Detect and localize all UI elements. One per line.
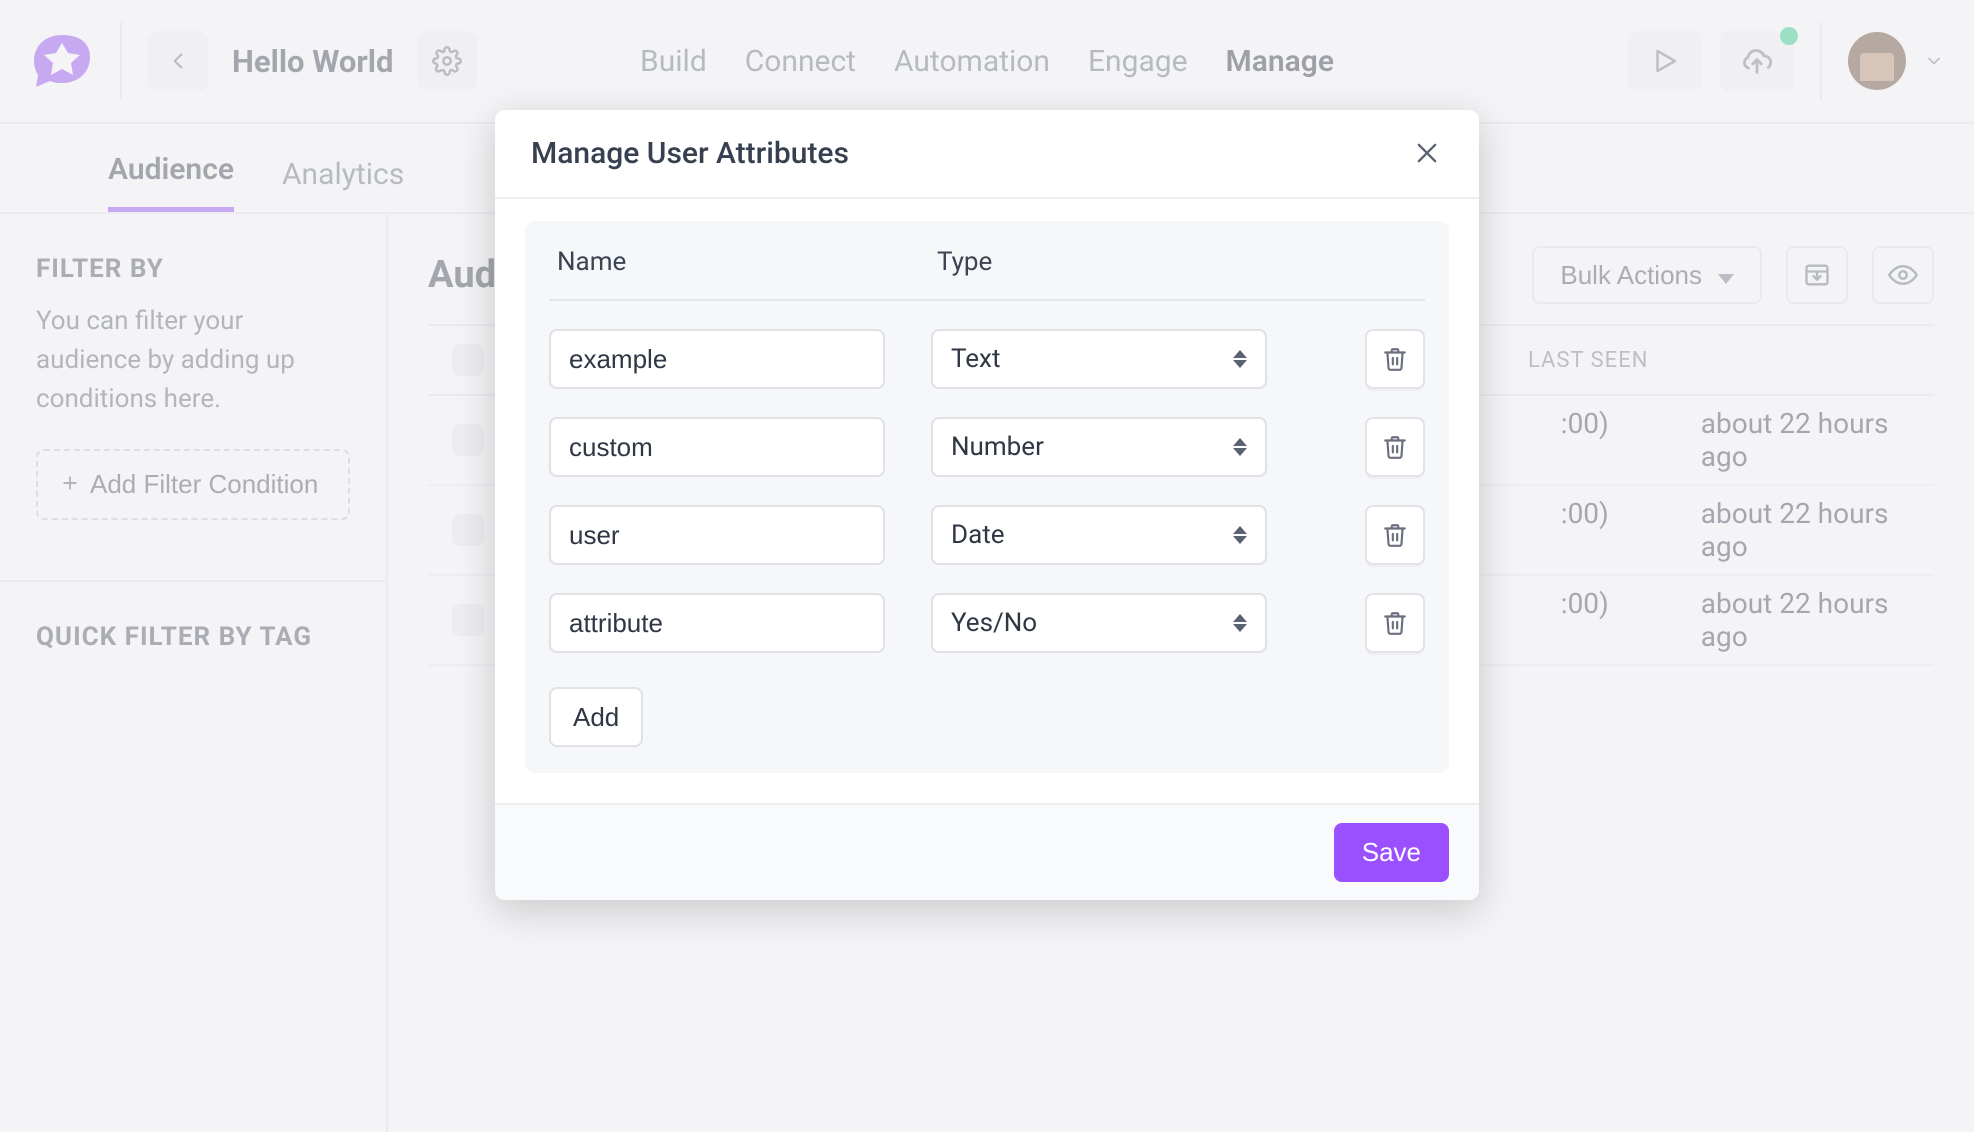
attribute-row: Text	[549, 301, 1425, 389]
save-button[interactable]: Save	[1334, 823, 1449, 882]
attribute-type-value: Yes/No	[951, 608, 1037, 638]
delete-attribute-button[interactable]	[1365, 593, 1425, 653]
attributes-head: Name Type	[549, 221, 1425, 301]
attribute-type-select[interactable]: Date	[931, 505, 1267, 565]
attribute-name-input[interactable]	[549, 329, 885, 389]
col-name-label: Name	[557, 247, 937, 277]
delete-attribute-button[interactable]	[1365, 417, 1425, 477]
modal-body: Name Type Text	[495, 199, 1479, 803]
attribute-type-value: Number	[951, 432, 1044, 462]
modal-footer: Save	[495, 803, 1479, 900]
attribute-row: Yes/No	[549, 565, 1425, 653]
attribute-type-value: Date	[951, 520, 1005, 550]
delete-attribute-button[interactable]	[1365, 329, 1425, 389]
attribute-name-input[interactable]	[549, 505, 885, 565]
modal-header: Manage User Attributes	[495, 110, 1479, 199]
select-arrows-icon	[1233, 350, 1247, 368]
attributes-panel: Name Type Text	[525, 221, 1449, 773]
attribute-row: Number	[549, 389, 1425, 477]
attribute-name-input[interactable]	[549, 417, 885, 477]
col-type-label: Type	[937, 247, 1417, 277]
add-attribute-button[interactable]: Add	[549, 687, 643, 747]
modal-title: Manage User Attributes	[531, 136, 849, 171]
select-arrows-icon	[1233, 526, 1247, 544]
attribute-type-select[interactable]: Text	[931, 329, 1267, 389]
attribute-name-input[interactable]	[549, 593, 885, 653]
attribute-type-select[interactable]: Yes/No	[931, 593, 1267, 653]
attribute-row: Date	[549, 477, 1425, 565]
delete-attribute-button[interactable]	[1365, 505, 1425, 565]
attribute-type-select[interactable]: Number	[931, 417, 1267, 477]
manage-attributes-modal: Manage User Attributes Name Type Text	[495, 110, 1479, 900]
attribute-type-value: Text	[951, 344, 1000, 374]
select-arrows-icon	[1233, 438, 1247, 456]
modal-close-button[interactable]	[1413, 139, 1443, 169]
select-arrows-icon	[1233, 614, 1247, 632]
modal-overlay: Manage User Attributes Name Type Text	[0, 0, 1974, 1132]
